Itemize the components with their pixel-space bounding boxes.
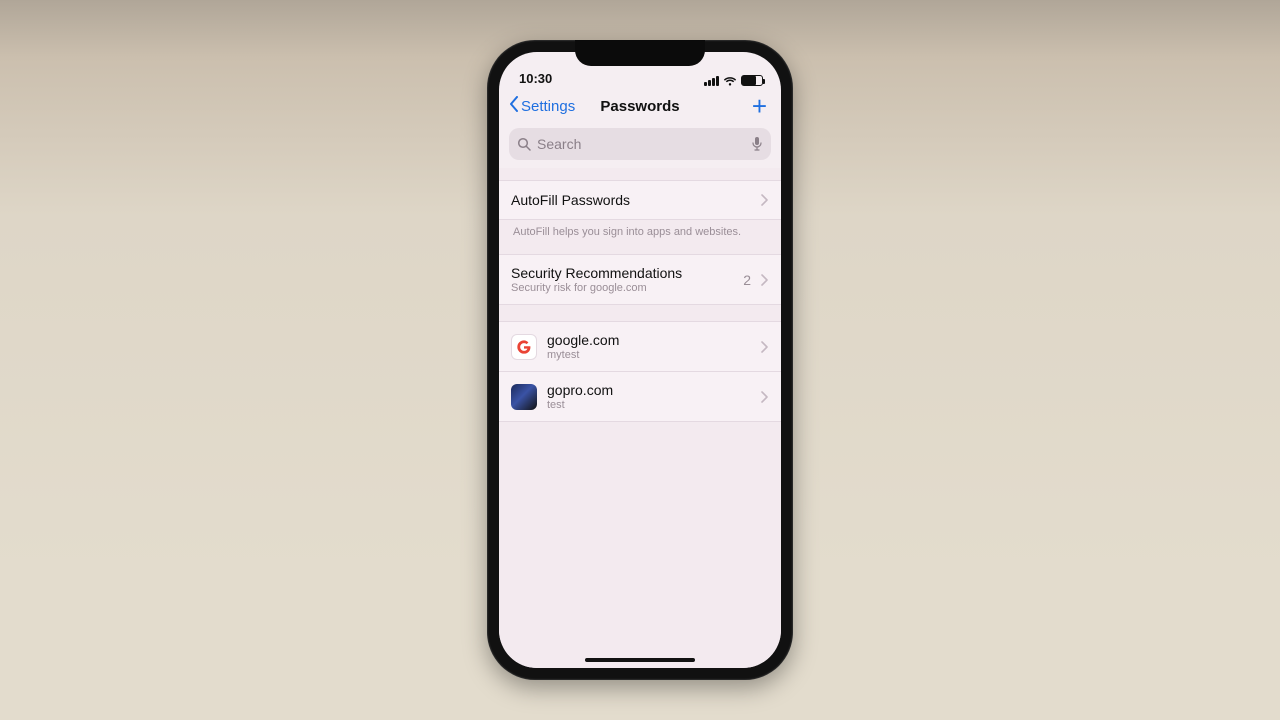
- autofill-passwords-row[interactable]: AutoFill Passwords: [499, 180, 781, 220]
- security-group: Security Recommendations Security risk f…: [499, 254, 781, 305]
- add-password-button[interactable]: +: [748, 93, 771, 119]
- search-input[interactable]: [537, 136, 745, 152]
- password-user: test: [547, 399, 751, 411]
- home-indicator[interactable]: [585, 658, 695, 662]
- security-subtitle: Security risk for google.com: [511, 282, 733, 294]
- password-user: mytest: [547, 349, 751, 361]
- password-row-google[interactable]: google.com mytest: [499, 321, 781, 372]
- chevron-right-icon: [761, 341, 769, 353]
- device-notch: [575, 40, 705, 66]
- status-time: 10:30: [519, 71, 552, 86]
- security-recommendations-row[interactable]: Security Recommendations Security risk f…: [499, 254, 781, 305]
- chevron-right-icon: [761, 274, 769, 286]
- chevron-right-icon: [761, 391, 769, 403]
- cellular-signal-icon: [704, 76, 719, 86]
- nav-bar: Settings Passwords +: [499, 88, 781, 124]
- screen: 10:30 Settings Passwords +: [499, 52, 781, 668]
- search-container: [499, 124, 781, 168]
- status-indicators: [704, 75, 763, 86]
- security-title: Security Recommendations: [511, 265, 733, 281]
- phone-frame: 10:30 Settings Passwords +: [487, 40, 793, 680]
- back-button[interactable]: Settings: [509, 96, 575, 116]
- chevron-right-icon: [761, 194, 769, 206]
- wifi-icon: [723, 76, 737, 86]
- password-site: gopro.com: [547, 382, 751, 398]
- back-label: Settings: [521, 98, 575, 115]
- site-icon-google: [511, 334, 537, 360]
- autofill-group: AutoFill Passwords AutoFill helps you si…: [499, 180, 781, 238]
- battery-icon: [741, 75, 763, 86]
- security-count: 2: [743, 272, 751, 288]
- chevron-left-icon: [509, 96, 519, 116]
- site-icon-gopro: [511, 384, 537, 410]
- password-row-gopro[interactable]: gopro.com test: [499, 372, 781, 422]
- content-scroll[interactable]: AutoFill Passwords AutoFill helps you si…: [499, 168, 781, 668]
- password-site: google.com: [547, 332, 751, 348]
- dictation-icon[interactable]: [751, 136, 763, 152]
- password-list: google.com mytest gopro.com test: [499, 321, 781, 422]
- autofill-footer: AutoFill helps you sign into apps and we…: [499, 220, 781, 238]
- search-icon: [517, 137, 531, 151]
- autofill-title: AutoFill Passwords: [511, 192, 751, 208]
- search-field[interactable]: [509, 128, 771, 160]
- google-g-icon: [516, 339, 532, 355]
